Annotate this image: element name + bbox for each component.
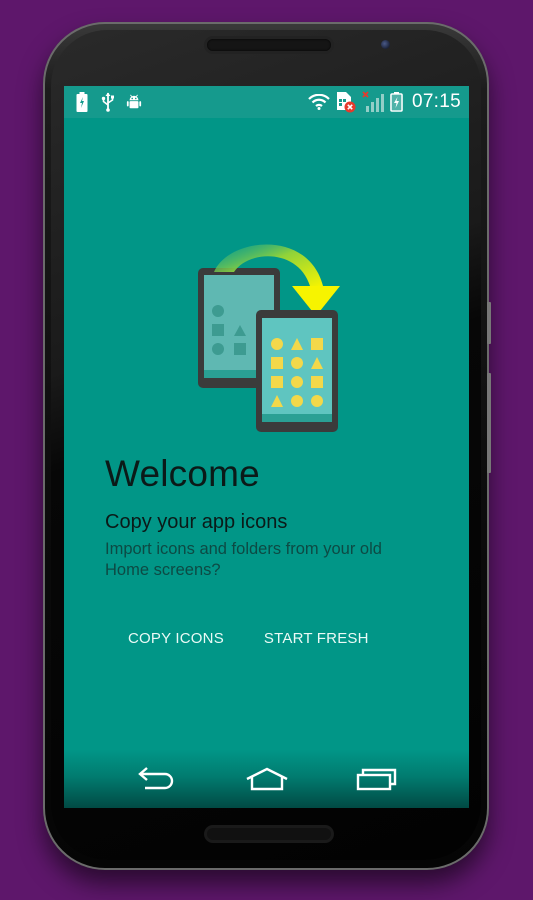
earpiece-speaker <box>207 39 331 51</box>
new-phone <box>256 310 338 432</box>
old-shape-circle <box>212 305 224 317</box>
status-time: 07:15 <box>411 91 461 112</box>
new-shape-square <box>311 338 323 350</box>
power-button[interactable] <box>487 302 491 344</box>
recents-button[interactable] <box>347 762 407 796</box>
recents-icon <box>356 768 397 791</box>
old-shape-square <box>234 343 246 355</box>
back-button[interactable] <box>127 762 187 796</box>
android-debug-icon <box>126 93 142 111</box>
new-shape-circle <box>291 395 303 407</box>
usb-icon <box>100 92 116 112</box>
status-bar: 07:15 <box>64 86 469 118</box>
no-signal-icon <box>362 91 384 112</box>
copy-icons-button[interactable]: COPY ICONS <box>116 626 236 651</box>
start-fresh-button[interactable]: START FRESH <box>252 626 381 651</box>
screen: 07:15 Welcome Copy your app icons Import… <box>64 86 469 808</box>
subtitle: Copy your app icons <box>105 511 288 533</box>
new-shape-circle <box>311 395 323 407</box>
page-title: Welcome <box>105 453 260 494</box>
volume-button[interactable] <box>487 373 491 473</box>
action-buttons: COPY ICONS START FRESH <box>116 626 381 651</box>
battery-charging-icon <box>74 92 90 112</box>
front-camera <box>381 40 390 49</box>
old-shape-square <box>212 324 224 336</box>
new-shape-circle <box>291 357 303 369</box>
new-shape-square <box>311 376 323 388</box>
old-shape-circle <box>212 343 224 355</box>
navigation-bar <box>64 750 469 808</box>
new-shape-square <box>271 376 283 388</box>
new-shape-circle <box>291 376 303 388</box>
bottom-speaker <box>207 828 331 840</box>
home-icon <box>246 767 288 791</box>
copy-icons-illustration <box>198 244 340 432</box>
wifi-icon <box>308 93 330 111</box>
description: Import icons and folders from your old H… <box>105 540 382 579</box>
battery-charging-icon <box>390 92 404 112</box>
new-shape-square <box>271 357 283 369</box>
new-shape-circle <box>271 338 283 350</box>
sim-card-error-icon <box>336 92 356 113</box>
home-button[interactable] <box>237 762 297 796</box>
back-icon <box>138 767 174 790</box>
